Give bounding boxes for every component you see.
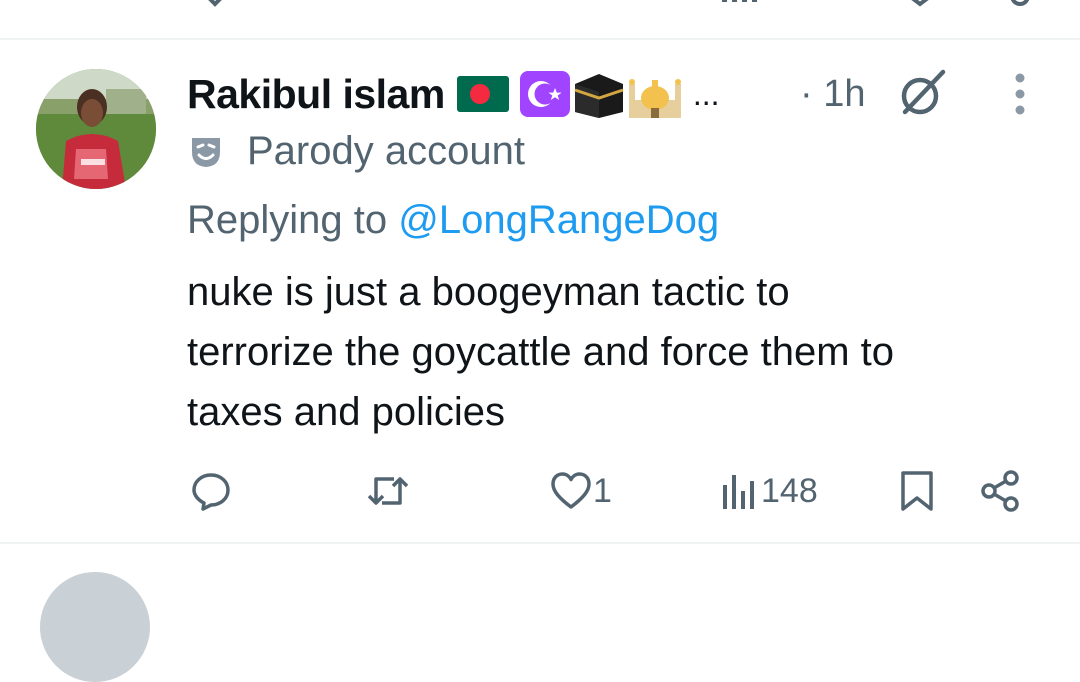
timestamp[interactable]: · 1h [800,68,866,120]
bookmark-icon [901,471,933,511]
tweet-text-line: taxes and policies [187,390,505,434]
reply-icon [192,473,230,511]
views-count: 148 [761,471,818,510]
like-button[interactable]: 1 [549,466,612,516]
timestamp-separator: · [800,73,813,115]
retweet-button[interactable] [364,466,412,516]
reply-button[interactable] [189,466,233,516]
grok-icon[interactable] [895,66,949,120]
avatar-image [36,69,156,189]
star-and-crescent-icon [519,70,571,118]
display-name[interactable]: Rakibul islam [187,68,445,120]
bangladesh-flag-icon [456,70,509,118]
name-overflow: ... [692,76,720,112]
retweet-icon [367,477,409,505]
share-icon [981,470,1019,512]
top-divider [0,38,1080,40]
share-button[interactable] [978,466,1022,516]
parody-label: Parody account [247,129,525,173]
bottom-divider [0,542,1080,544]
parody-mask-icon [192,138,220,167]
heart-icon [551,472,591,509]
views-icon[interactable] [720,0,760,4]
bookmark-button[interactable] [897,466,937,516]
reply-mention-link[interactable]: @LongRangeDog [398,198,719,242]
like-count: 1 [593,471,612,510]
tweet-text-line: terrorize the goycattle and force them t… [187,330,895,374]
views-icon [723,475,754,509]
bookmark-icon[interactable] [900,0,940,12]
next-tweet-avatar[interactable] [40,572,150,682]
kaaba-icon [571,70,627,118]
retweet-icon[interactable] [195,0,235,12]
mosque-icon [627,70,683,118]
timestamp-value: 1h [823,73,866,115]
more-options-icon[interactable] [1008,72,1032,116]
views-button[interactable]: 148 [721,466,818,516]
tweet-text: nuke is just a boogeyman tactic to terro… [187,262,1067,442]
tweet-text-line: nuke is just a boogeyman tactic to [187,270,790,314]
replying-to: Replying to @LongRangeDog [187,194,719,246]
reply-prefix: Replying to [187,198,388,242]
share-icon[interactable] [1000,0,1040,12]
avatar[interactable] [36,69,156,189]
